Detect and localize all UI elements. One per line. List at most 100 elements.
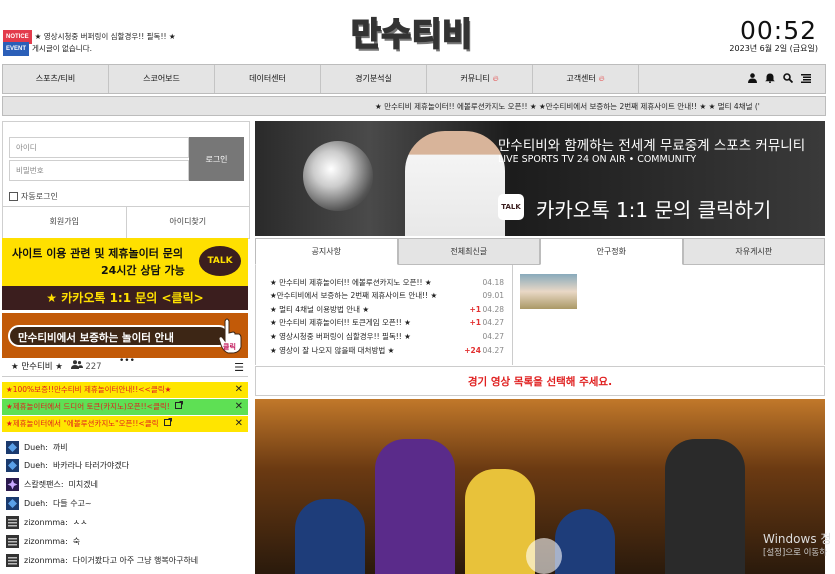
chat-username[interactable]: zizonmma	[24, 537, 65, 546]
external-link-icon	[173, 401, 184, 411]
chat-text: 미치겠네	[68, 479, 98, 489]
banner-cta: 카카오톡 1:1 문의 클릭하기	[536, 198, 772, 222]
post-date: 04.27	[482, 346, 504, 355]
marquee-notice-bar[interactable]: ★ 만수티비 제휴놀이터!! 에볼루션카지노 오픈!! ★ ★만수티비에서 보증…	[2, 96, 826, 116]
nav-label: 경기분석실	[355, 74, 392, 83]
login-links: 회원가입 아이디찾기	[3, 206, 249, 239]
notice-line-event[interactable]: EVENT 게시글이 없습니다.	[3, 42, 176, 56]
partner-banner-text: 만수티비에서 보증하는 놀이터 안내	[8, 325, 230, 347]
chat-username[interactable]: 스칼렛팬스	[24, 479, 61, 490]
tab-latest[interactable]: 전체최신글	[397, 238, 540, 265]
board-tabs: 공지사항 전체최신글 안구정화 자유게시판	[255, 238, 825, 265]
checkbox-icon	[9, 192, 18, 201]
soccer-ball-image	[303, 141, 373, 211]
comment-count: +1	[469, 318, 481, 327]
post-title: ★ 영상이 잘 나오지 않을때 대처방법 ★	[270, 346, 395, 355]
user-icon[interactable]	[748, 72, 757, 86]
menu-icon[interactable]	[801, 73, 811, 86]
kakao-inquiry-banner[interactable]: 사이트 이용 관련 및 제휴놀이터 문의 24시간 상담 가능 TALK ★ 카…	[2, 238, 248, 310]
chat-message: zizonmma: 다이거봤다고 아주 그냥 행복아구하네	[6, 551, 198, 569]
nav-customer-center[interactable]: 고객센터 🔥︎	[533, 65, 639, 93]
video-player-area[interactable]	[255, 399, 825, 574]
avatar	[6, 458, 19, 472]
avatar	[6, 477, 19, 491]
play-icon[interactable]	[526, 538, 562, 574]
post-title: ★ 만수티비 제휴놀이터!! 토큰게임 오픈!! ★	[270, 318, 411, 327]
chat-separator: :	[65, 517, 68, 527]
tab-free-board[interactable]: 자유게시판	[682, 238, 825, 265]
username-input[interactable]: 아이디	[9, 137, 189, 158]
select-game-message: 경기 영상 목록을 선택해 주세요.	[255, 366, 825, 396]
tab-eye-candy[interactable]: 안구정화	[540, 238, 683, 265]
chat-menu-icon[interactable]: ☰	[234, 359, 244, 376]
find-id-link[interactable]: 아이디찾기	[127, 207, 250, 239]
bell-icon[interactable]	[765, 73, 775, 86]
tab-notice[interactable]: 공지사항	[255, 238, 398, 265]
nav-label: 스코어보드	[143, 74, 180, 83]
nav-community[interactable]: 커뮤니티 🔥︎	[427, 65, 533, 93]
auto-login-checkbox[interactable]: 자동로그인	[9, 191, 58, 202]
post-row[interactable]: ★ 만수티비 제휴놀이터!! 에볼루션카지노 오픈!! ★ 04.18	[270, 276, 504, 290]
chat-message: Dueh: 까비	[6, 438, 68, 456]
main-nav: 스포츠/티비 스코어보드 데이터센터 경기분석실 커뮤니티 🔥︎ 고객센터 🔥︎	[2, 64, 826, 94]
join-link[interactable]: 회원가입	[3, 207, 127, 239]
nav-data-center[interactable]: 데이터센터	[215, 65, 321, 93]
chat-username[interactable]: Dueh	[24, 461, 45, 470]
login-button[interactable]: 로그인	[189, 137, 244, 181]
avatar	[6, 440, 19, 454]
login-box: 아이디 비밀번호 로그인 자동로그인 회원가입 아이디찾기	[2, 121, 250, 239]
marquee-text: ★ 만수티비 제휴놀이터!! 에볼루션카지노 오픈!! ★ ★만수티비에서 보증…	[375, 102, 760, 111]
pointer-hand-icon: 클릭	[215, 317, 245, 355]
nav-analysis[interactable]: 경기분석실	[321, 65, 427, 93]
chat-text: 바카라나 타러가야겠다	[52, 460, 130, 470]
close-icon[interactable]: ✕	[235, 399, 243, 415]
player-image	[405, 131, 505, 236]
post-row[interactable]: ★ 영상이 잘 나오지 않을때 대처방법 ★ +24 04.27	[270, 344, 504, 358]
post-title: ★만수티비에서 보증하는 2번째 제휴사이트 안내!! ★	[270, 291, 438, 300]
chat-username[interactable]: zizonmma	[24, 556, 65, 565]
post-date: 04.18	[482, 278, 504, 287]
avatar	[6, 515, 19, 529]
post-row[interactable]: ★만수티비에서 보증하는 2번째 제휴사이트 안내!! ★ 09.01	[270, 289, 504, 303]
nav-label: 데이터센터	[249, 74, 286, 83]
event-badge: EVENT	[3, 42, 30, 56]
chat-message: zizonmma: 숙	[6, 532, 80, 550]
post-title: ★ 만수티비 제휴놀이터!! 에볼루션카지노 오픈!! ★	[270, 278, 432, 287]
search-icon[interactable]	[783, 72, 794, 86]
clock-date: 2023년 6월 2일 (금요일)	[729, 44, 818, 53]
avatar	[6, 534, 19, 548]
chat-username[interactable]: Dueh	[24, 443, 45, 452]
nav-label: 스포츠/티비	[35, 74, 76, 83]
chat-notice-text: ★100%보증!!만수티비 제휴놀이터안내!!<<클릭★	[6, 385, 172, 394]
main-promo-banner[interactable]: 만수티비와 함께하는 전세계 무료중계 스포츠 커뮤니티 LIVE SPORTS…	[255, 121, 825, 236]
password-input[interactable]: 비밀번호	[9, 160, 189, 181]
chat-message: Dueh: 바카라나 타러가야겠다	[6, 456, 129, 474]
post-row[interactable]: ★ 만수티비 제휴놀이터!! 토큰게임 오픈!! ★ +1 04.27	[270, 316, 504, 330]
more-dots-icon[interactable]: •••	[119, 353, 135, 370]
chat-text: 까비	[52, 442, 68, 452]
close-icon[interactable]: ✕	[235, 382, 243, 398]
nav-sports-tv[interactable]: 스포츠/티비	[3, 65, 109, 93]
chat-notice-3[interactable]: ★제휴놀이터에서 "에볼루션카지노"오픈!!<클릭 ✕	[2, 416, 248, 432]
chat-notice-1[interactable]: ★100%보증!!만수티비 제휴놀이터안내!!<<클릭★ ✕	[2, 382, 248, 398]
nav-scoreboard[interactable]: 스코어보드	[109, 65, 215, 93]
close-icon[interactable]: ✕	[235, 416, 243, 432]
chat-message: 스칼렛팬스: 미치겠네	[6, 475, 98, 493]
chat-username[interactable]: zizonmma	[24, 518, 65, 527]
post-row[interactable]: ★ 영상시청중 버퍼링이 심할경우!! 필독!! ★ 04.27	[270, 330, 504, 344]
post-row[interactable]: ★ 멀티 4채널 이용방법 안내 ★ +1 04.28	[270, 303, 504, 317]
notice-area: NOTICE ★ 영상시청중 버퍼링이 심할경우!! 필독!! ★ EVENT 게시…	[3, 30, 176, 56]
banner-cta: ★ 카카오톡 1:1 문의 <클릭>	[2, 286, 248, 310]
chat-message: zizonmma: ㅅㅅ	[6, 513, 88, 531]
chat-header: ★ 만수티비 ★ 227 ••• ☰	[2, 356, 248, 377]
chat-username[interactable]: Dueh	[24, 499, 45, 508]
partner-site-banner[interactable]: 만수티비에서 보증하는 놀이터 안내 클릭	[2, 313, 248, 358]
site-logo[interactable]: 만수티비	[347, 9, 477, 54]
chat-user-count: 227	[85, 362, 102, 372]
chat-notice-2[interactable]: ★제휴놀이터에서 드디어 토큰(카지노)오픈!!<클릭! ✕	[2, 399, 248, 415]
notice-line-notice[interactable]: NOTICE ★ 영상시청중 버퍼링이 심할경우!! 필독!! ★	[3, 30, 176, 44]
avatar	[6, 496, 19, 510]
chat-notice-text: ★제휴놀이터에서 "에볼루션카지노"오픈!!<클릭	[6, 419, 159, 428]
gallery-thumbnail[interactable]	[520, 274, 577, 309]
player-figure	[465, 469, 535, 574]
